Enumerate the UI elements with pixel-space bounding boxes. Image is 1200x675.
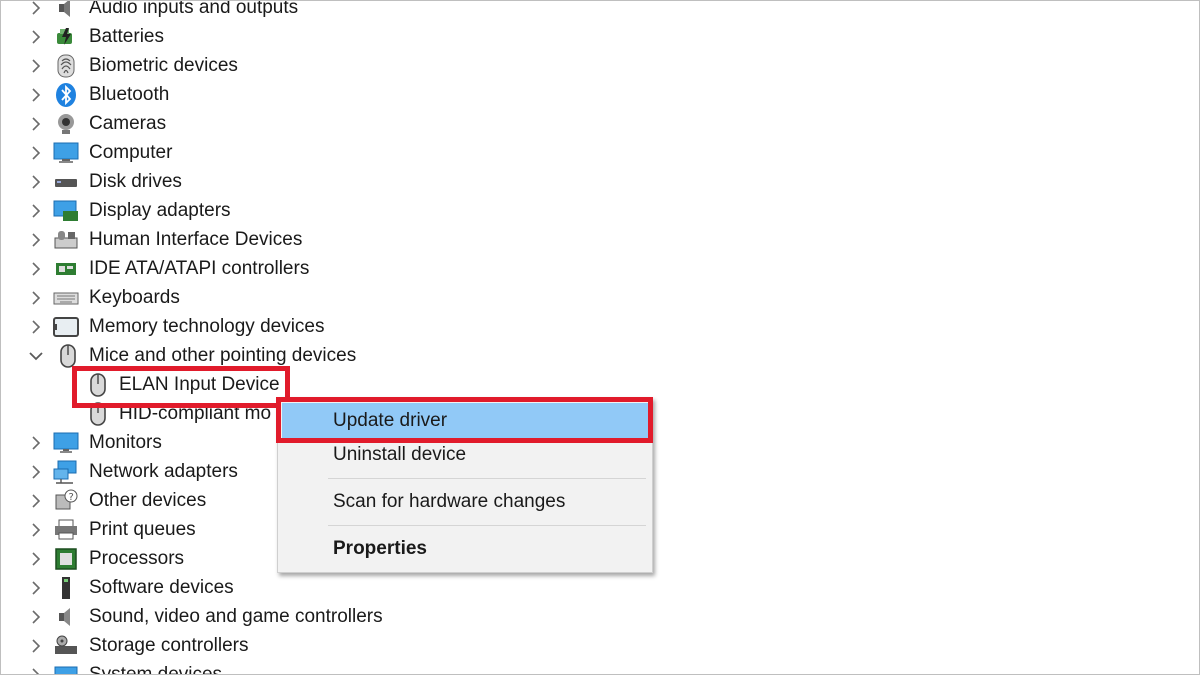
chevron-right-icon[interactable]: [26, 491, 46, 511]
menu-item-properties[interactable]: Properties: [282, 531, 648, 567]
menu-item-label: Uninstall device: [333, 444, 467, 465]
tree-item-label: Storage controllers: [89, 635, 249, 656]
camera-icon: [53, 111, 79, 137]
tree-item-label: IDE ATA/ATAPI controllers: [89, 258, 310, 279]
chevron-right-icon[interactable]: [26, 85, 46, 105]
tree-item-label: Software devices: [89, 577, 234, 598]
tree-item-label: Bluetooth: [89, 84, 170, 105]
tree-category-row[interactable]: System devices: [1, 661, 701, 675]
tree-item-label: Computer: [89, 142, 173, 163]
hid-icon: [53, 227, 79, 253]
tree-category-row[interactable]: Sound, video and game controllers: [1, 603, 701, 632]
tree-category-row[interactable]: Batteries: [1, 23, 701, 52]
tree-item-label: Cameras: [89, 113, 167, 134]
chevron-right-icon[interactable]: [26, 462, 46, 482]
elan-device-annotation-box: [72, 366, 290, 408]
chevron-right-icon[interactable]: [26, 56, 46, 76]
tree-category-row[interactable]: Cameras: [1, 110, 701, 139]
chevron-right-icon[interactable]: [26, 114, 46, 134]
software-device-icon: [53, 575, 79, 601]
tree-item-label: Batteries: [89, 26, 164, 47]
tree-category-row[interactable]: Storage controllers: [1, 632, 701, 661]
tree-category-row[interactable]: Software devices: [1, 574, 701, 603]
menu-item-scan-hardware[interactable]: Scan for hardware changes: [282, 484, 648, 520]
battery-icon: [53, 24, 79, 50]
chevron-down-icon[interactable]: [26, 346, 46, 366]
svg-text:?: ?: [69, 492, 74, 503]
chevron-right-icon[interactable]: [26, 27, 46, 47]
network-icon: [53, 459, 79, 485]
unknown-device-icon: ?: [53, 488, 79, 514]
tree-item-label: Audio inputs and outputs: [89, 0, 299, 18]
tree-category-row[interactable]: Computer: [1, 139, 701, 168]
chevron-right-icon[interactable]: [26, 578, 46, 598]
device-manager-window: Audio inputs and outputs Batteries Biometr…: [0, 0, 1200, 675]
tree-category-row[interactable]: Keyboards: [1, 284, 701, 313]
menu-separator: [328, 525, 646, 526]
sound-icon: [53, 604, 79, 630]
chevron-right-icon[interactable]: [26, 201, 46, 221]
chevron-right-icon[interactable]: [26, 665, 46, 674]
tree-item-label: Mice and other pointing devices: [89, 345, 357, 366]
printer-icon: [53, 517, 79, 543]
computer-icon: [53, 140, 79, 166]
tree-item-label: Network adapters: [89, 461, 238, 482]
chevron-right-icon[interactable]: [26, 259, 46, 279]
tree-item-label: Processors: [89, 548, 185, 569]
tree-category-row[interactable]: Memory technology devices: [1, 313, 701, 342]
tree-item-label: Biometric devices: [89, 55, 238, 76]
chevron-right-icon[interactable]: [26, 636, 46, 656]
memory-icon: [53, 314, 79, 340]
ide-controller-icon: [53, 256, 79, 282]
tree-item-label: System devices: [89, 664, 223, 675]
tree-category-row[interactable]: IDE ATA/ATAPI controllers: [1, 255, 701, 284]
chevron-right-icon[interactable]: [26, 317, 46, 337]
tree-item-label: Keyboards: [89, 287, 180, 308]
menu-separator: [328, 478, 646, 479]
tree-item-label: Monitors: [89, 432, 162, 453]
tree-category-row[interactable]: Biometric devices: [1, 52, 701, 81]
monitor-icon: [53, 430, 79, 456]
tree-item-label: Disk drives: [89, 171, 182, 192]
menu-item-label: Scan for hardware changes: [333, 491, 566, 512]
speaker-icon: [53, 1, 79, 21]
storage-controller-icon: [53, 633, 79, 659]
bluetooth-icon: [53, 82, 79, 108]
chevron-right-icon[interactable]: [26, 549, 46, 569]
chevron-right-icon[interactable]: [26, 607, 46, 627]
tree-category-row[interactable]: Disk drives: [1, 168, 701, 197]
tree-item-label: Sound, video and game controllers: [89, 606, 383, 627]
chevron-right-icon[interactable]: [26, 1, 46, 18]
chevron-right-icon[interactable]: [26, 520, 46, 540]
tree-item-label: Memory technology devices: [89, 316, 325, 337]
system-device-icon: [53, 662, 79, 674]
update-driver-annotation-box: [276, 397, 653, 443]
tree-item-label: Display adapters: [89, 200, 231, 221]
tree-item-label: Human Interface Devices: [89, 229, 303, 250]
tree-category-row[interactable]: Bluetooth: [1, 81, 701, 110]
disk-drive-icon: [53, 169, 79, 195]
display-adapter-icon: [53, 198, 79, 224]
chevron-right-icon[interactable]: [26, 433, 46, 453]
menu-item-label: Properties: [333, 538, 427, 559]
tree-category-row[interactable]: Human Interface Devices: [1, 226, 701, 255]
tree-item-label: Other devices: [89, 490, 207, 511]
tree-item-label: Print queues: [89, 519, 196, 540]
tree-category-row[interactable]: Display adapters: [1, 197, 701, 226]
chevron-right-icon[interactable]: [26, 172, 46, 192]
chevron-right-icon[interactable]: [26, 143, 46, 163]
chevron-right-icon[interactable]: [26, 288, 46, 308]
chevron-right-icon[interactable]: [26, 230, 46, 250]
keyboard-icon: [53, 285, 79, 311]
tree-category-row[interactable]: Audio inputs and outputs: [1, 0, 701, 23]
processor-icon: [53, 546, 79, 572]
fingerprint-icon: [53, 53, 79, 79]
